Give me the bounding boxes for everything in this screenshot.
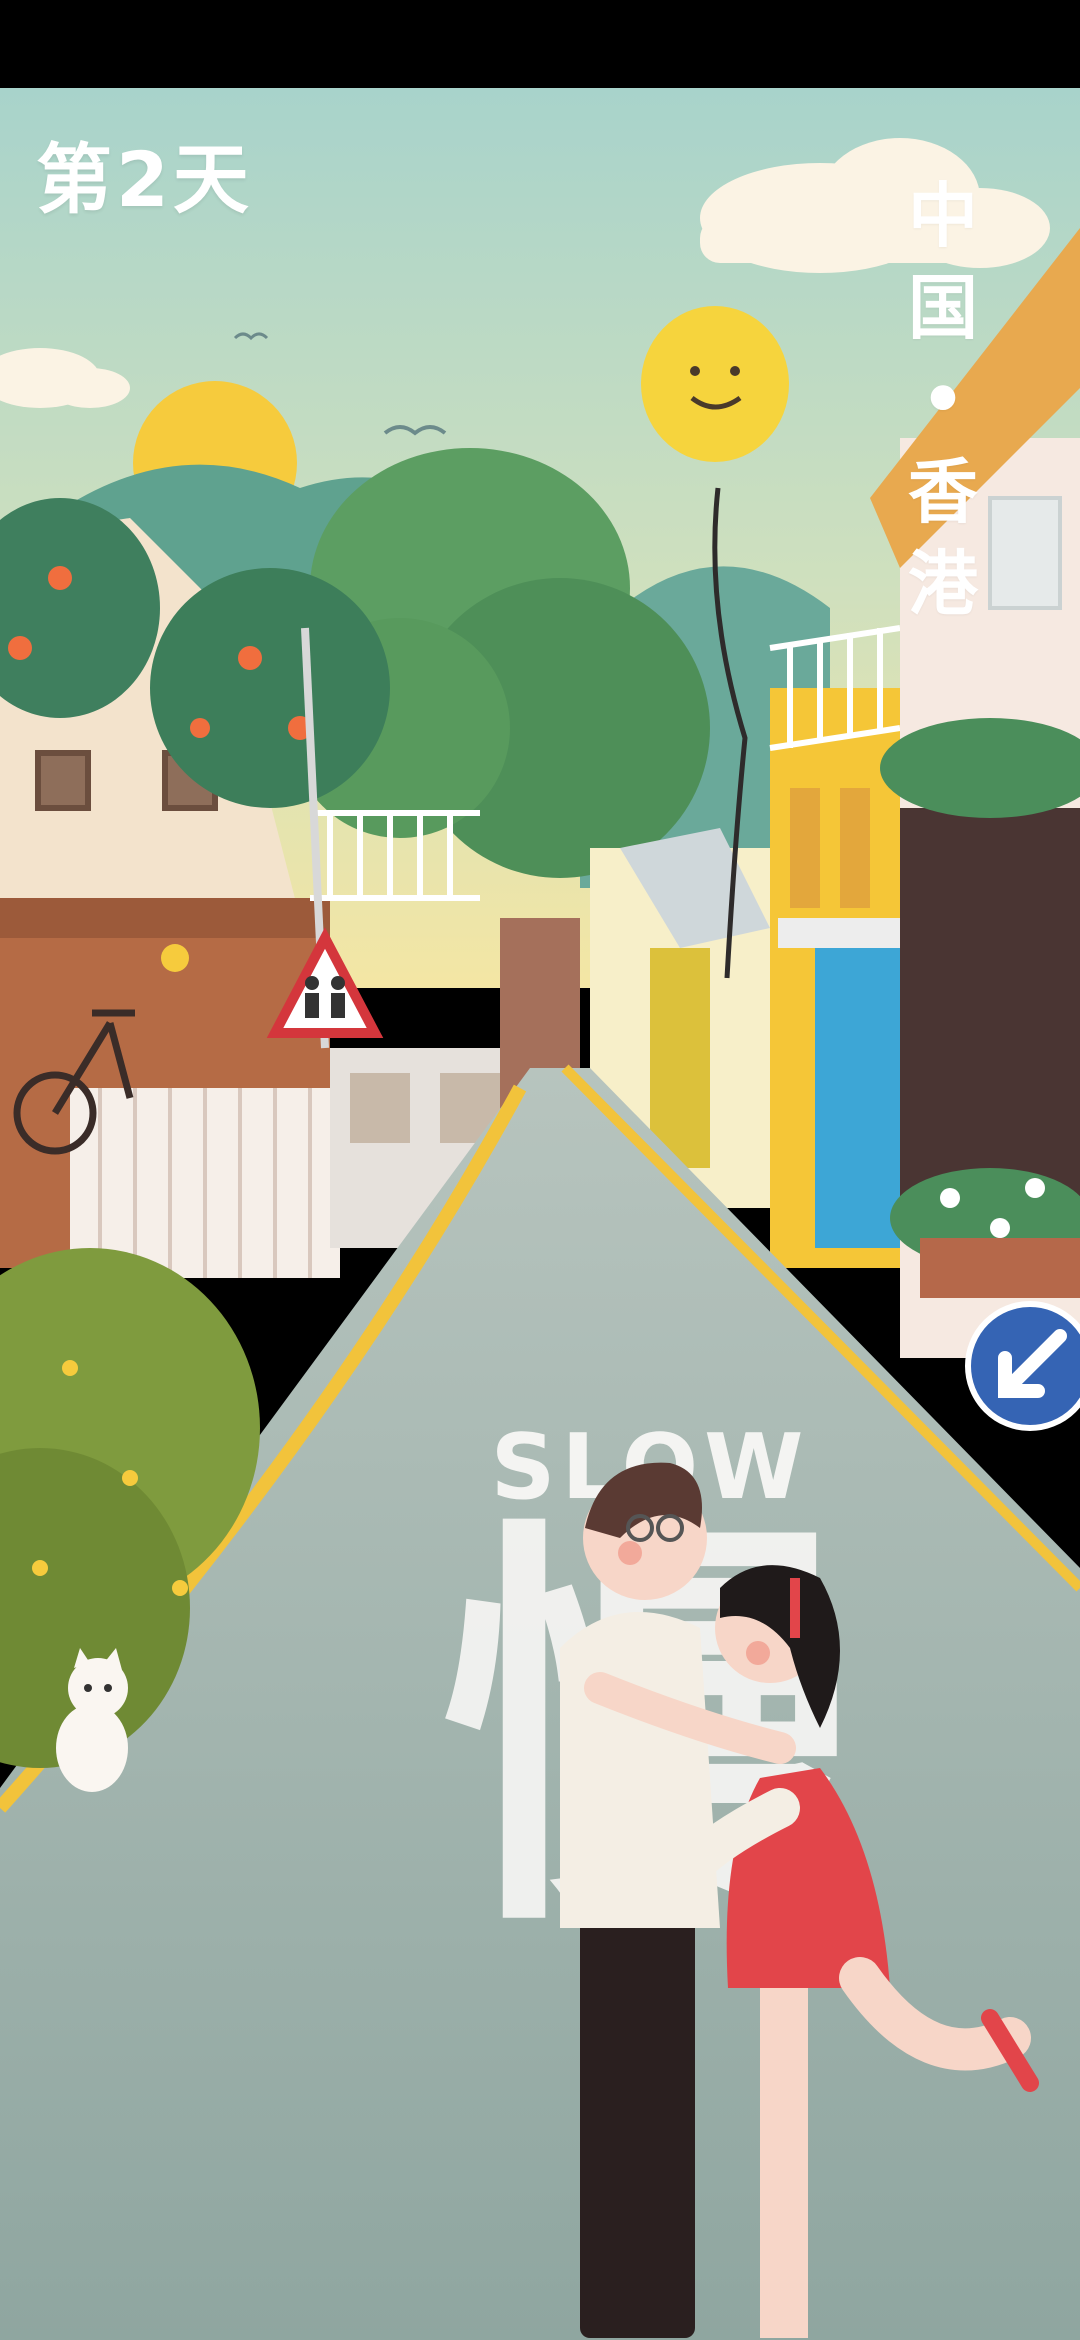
- location-char: •: [920, 359, 966, 441]
- lamp-icon: [161, 944, 189, 972]
- screen: SLOW 慢: [0, 0, 1080, 2340]
- status-bar: [0, 0, 1080, 88]
- location-label: 中 国 • 香 港: [908, 170, 978, 630]
- location-char: 香: [908, 451, 978, 533]
- day-label: 第2天: [36, 135, 253, 224]
- location-char: 中: [908, 175, 978, 257]
- location-char: 国: [908, 267, 978, 349]
- location-char: 港: [908, 543, 978, 625]
- arrow-sign-icon: [965, 1301, 1080, 1431]
